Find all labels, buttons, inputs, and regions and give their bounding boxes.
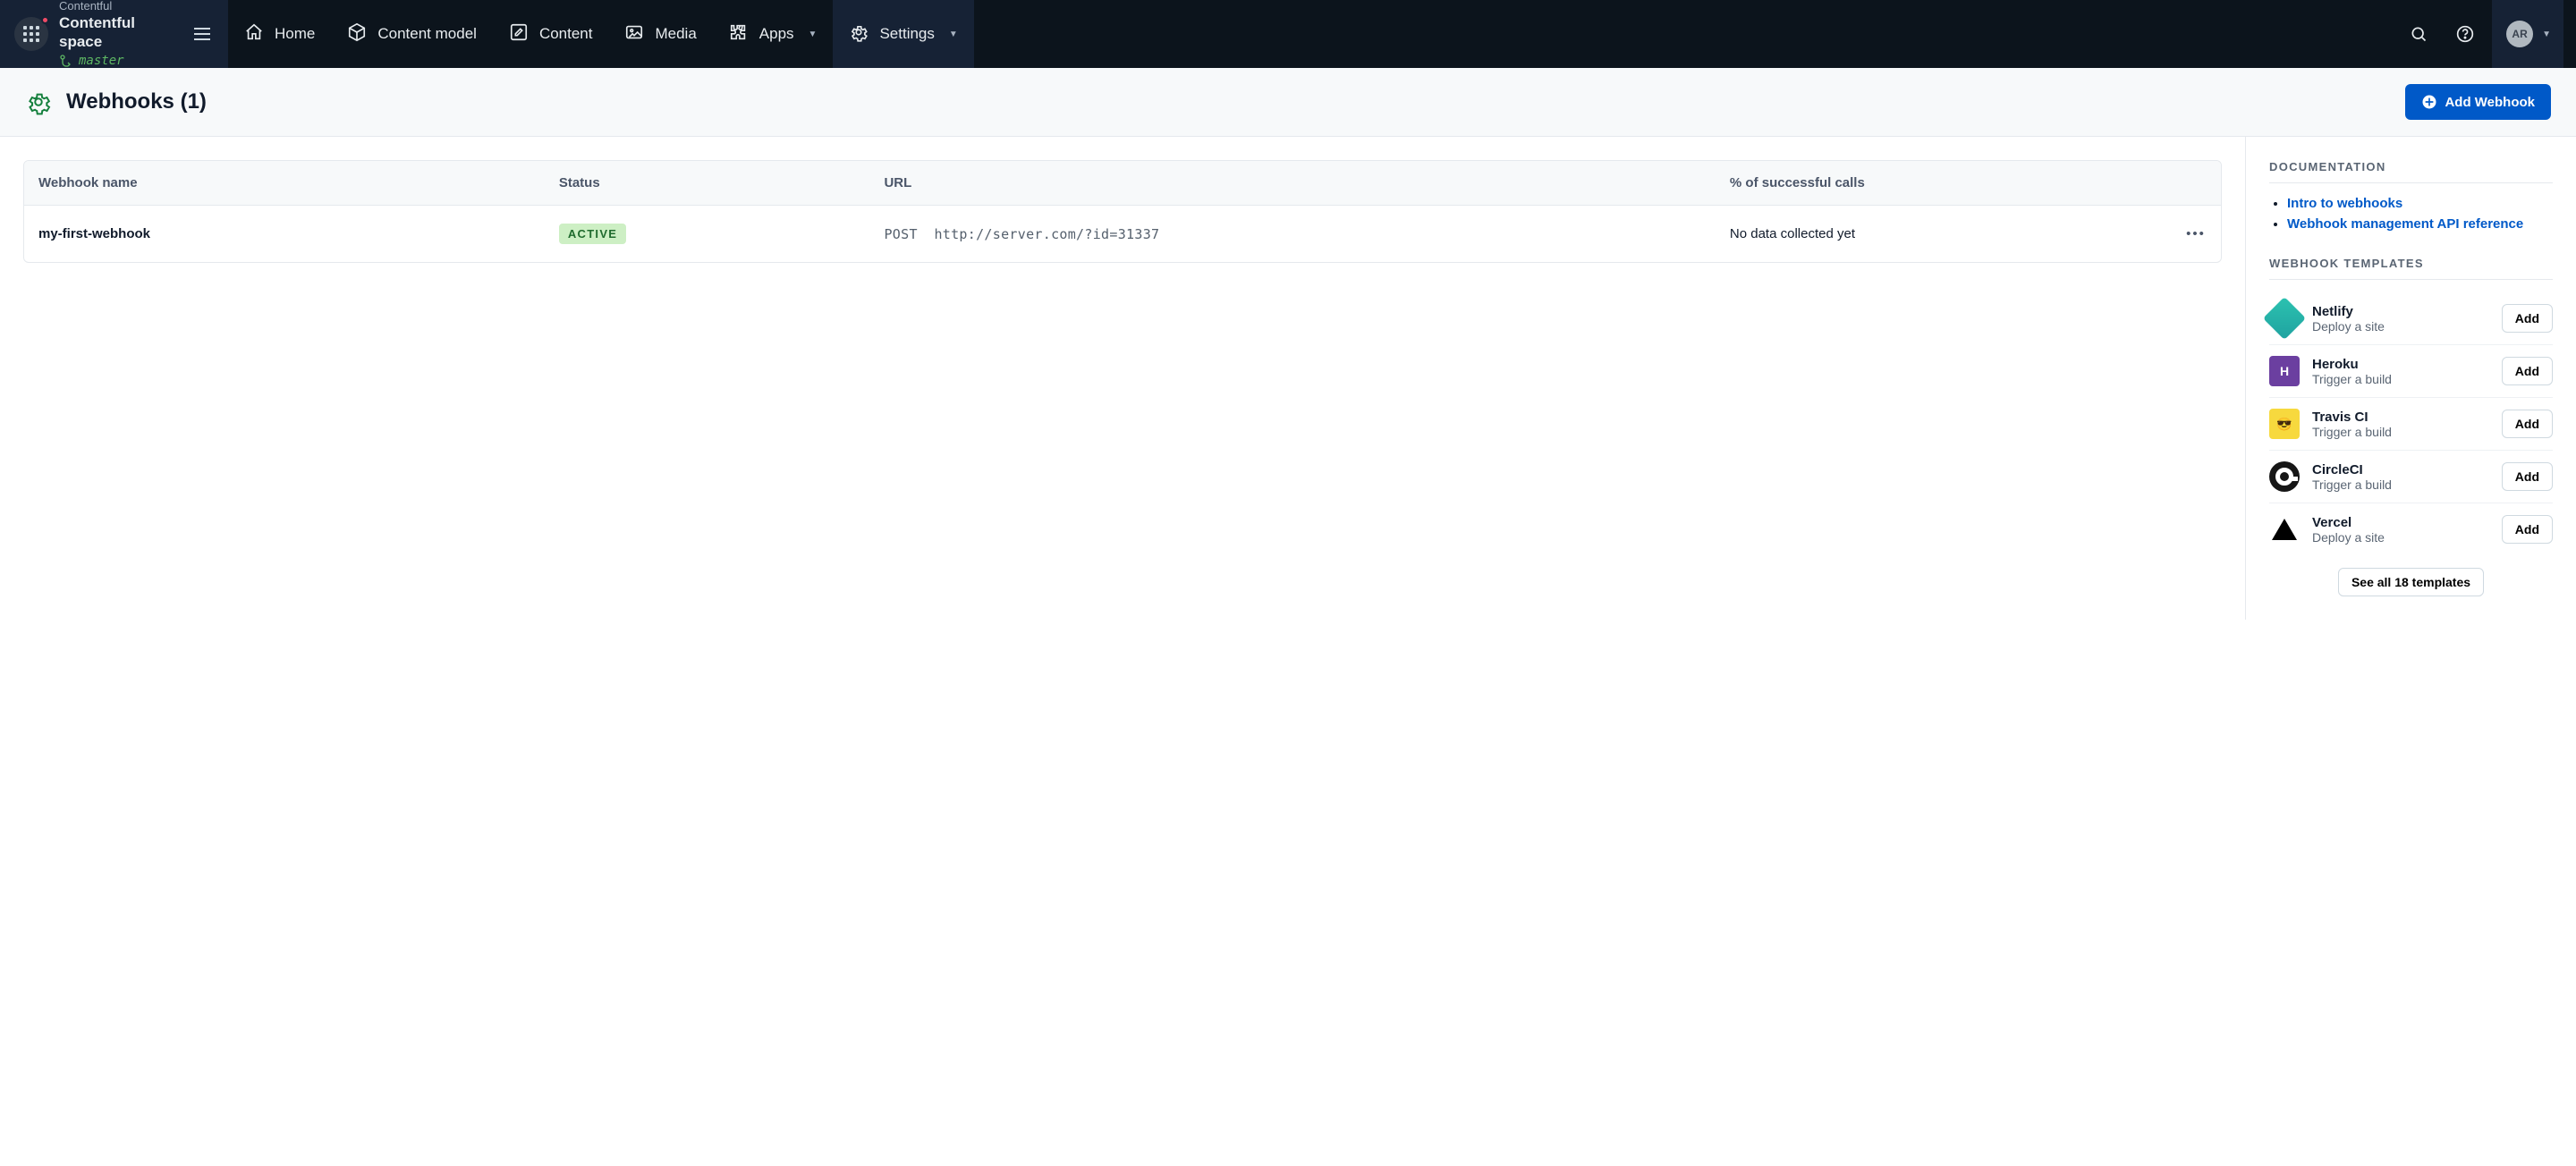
topnav-right: AR ▼ — [2399, 0, 2576, 68]
space-switcher[interactable]: Contentful Contentful space master — [0, 0, 228, 68]
page-title: Webhooks (1) — [66, 89, 207, 114]
webhook-status: ACTIVE — [545, 206, 870, 262]
template-item: CircleCI Trigger a build Add — [2269, 451, 2553, 503]
template-item: Netlify Deploy a site Add — [2269, 292, 2553, 345]
col-url: URL — [869, 161, 1715, 205]
help-icon — [2456, 25, 2474, 43]
add-template-button[interactable]: Add — [2502, 357, 2553, 385]
plus-circle-icon — [2421, 94, 2437, 110]
nav-items: HomeContent modelContentMediaApps▼Settin… — [228, 0, 974, 68]
search-icon — [2410, 25, 2428, 43]
webhook-success: No data collected yet — [1716, 208, 2171, 259]
chevron-down-icon: ▼ — [809, 30, 818, 39]
nav-settings[interactable]: Settings ▼ — [833, 0, 973, 68]
heroku-icon: H — [2269, 356, 2300, 386]
add-webhook-button[interactable]: Add Webhook — [2405, 84, 2551, 120]
user-menu[interactable]: AR ▼ — [2492, 0, 2563, 68]
gear-icon — [849, 22, 869, 46]
image-icon — [624, 22, 644, 46]
add-template-button[interactable]: Add — [2502, 304, 2553, 333]
template-name: Heroku — [2312, 357, 2489, 372]
search-button[interactable] — [2399, 14, 2438, 54]
puzzle-icon — [729, 22, 749, 46]
nav-label: Content — [539, 25, 593, 43]
gear-icon — [25, 89, 52, 115]
org-name: Contentful — [59, 0, 176, 13]
nav-content[interactable]: Content — [493, 0, 609, 68]
travis-icon: 😎 — [2269, 409, 2300, 439]
template-desc: Trigger a build — [2312, 372, 2489, 386]
help-button[interactable] — [2445, 14, 2485, 54]
notification-dot-icon — [41, 16, 49, 24]
template-desc: Deploy a site — [2312, 530, 2489, 545]
see-all-templates-button[interactable]: See all 18 templates — [2338, 568, 2484, 596]
template-item: H Heroku Trigger a build Add — [2269, 345, 2553, 398]
nav-label: Settings — [879, 25, 934, 43]
template-name: CircleCI — [2312, 462, 2489, 477]
template-list: Netlify Deploy a site AddH Heroku Trigge… — [2269, 292, 2553, 555]
avatar: AR — [2506, 21, 2533, 47]
col-success: % of successful calls — [1716, 161, 2171, 205]
space-name: Contentful space — [59, 13, 176, 52]
nav-content-model[interactable]: Content model — [331, 0, 493, 68]
table-header: Webhook name Status URL % of successful … — [24, 161, 2221, 206]
add-webhook-label: Add Webhook — [2445, 95, 2535, 110]
chevron-down-icon: ▼ — [949, 30, 958, 39]
col-name: Webhook name — [24, 161, 545, 205]
templates-heading: Webhook templates — [2269, 257, 2553, 280]
template-desc: Deploy a site — [2312, 319, 2489, 334]
chevron-down-icon: ▼ — [2542, 30, 2551, 39]
template-item: 😎 Travis CI Trigger a build Add — [2269, 398, 2553, 451]
page-header: Webhooks (1) Add Webhook — [0, 68, 2576, 137]
top-nav: Contentful Contentful space master Home C… — [0, 0, 2576, 68]
main-content: Webhook name Status URL % of successful … — [0, 137, 2245, 286]
vercel-icon — [2269, 514, 2300, 545]
nav-media[interactable]: Media — [608, 0, 712, 68]
template-name: Travis CI — [2312, 410, 2489, 425]
webhooks-table: Webhook name Status URL % of successful … — [23, 160, 2222, 263]
template-desc: Trigger a build — [2312, 477, 2489, 492]
pen-icon — [509, 22, 529, 46]
add-template-button[interactable]: Add — [2502, 462, 2553, 491]
template-desc: Trigger a build — [2312, 425, 2489, 439]
doc-link[interactable]: Intro to webhooks — [2287, 196, 2402, 211]
doc-links: Intro to webhooks Webhook management API … — [2287, 196, 2553, 232]
row-actions-button[interactable]: ••• — [2171, 208, 2221, 259]
nav-home[interactable]: Home — [228, 0, 331, 68]
template-name: Netlify — [2312, 304, 2489, 319]
space-menu-button[interactable] — [187, 21, 217, 47]
status-badge: ACTIVE — [559, 224, 626, 244]
branch-icon — [59, 54, 73, 68]
doc-link[interactable]: Webhook management API reference — [2287, 216, 2523, 232]
docs-heading: Documentation — [2269, 160, 2553, 183]
circleci-icon — [2269, 461, 2300, 492]
sidebar: Documentation Intro to webhooks Webhook m… — [2245, 137, 2576, 620]
template-name: Vercel — [2312, 515, 2489, 530]
table-row[interactable]: my-first-webhook ACTIVE POST http://serv… — [24, 206, 2221, 262]
nav-label: Content model — [377, 25, 477, 43]
col-status: Status — [545, 161, 870, 205]
space-info: Contentful Contentful space master — [59, 0, 176, 69]
netlify-icon — [2263, 297, 2306, 340]
nav-apps[interactable]: Apps ▼ — [713, 0, 834, 68]
nav-label: Media — [655, 25, 696, 43]
add-template-button[interactable]: Add — [2502, 410, 2553, 438]
home-icon — [244, 22, 264, 46]
box-icon — [347, 22, 367, 46]
template-item: Vercel Deploy a site Add — [2269, 503, 2553, 555]
branch-name: master — [79, 54, 124, 70]
nav-label: Apps — [759, 25, 794, 43]
apps-launcher-icon[interactable] — [14, 17, 48, 51]
webhook-url: POST http://server.com/?id=31337 — [869, 208, 1715, 260]
webhook-name: my-first-webhook — [24, 208, 545, 259]
add-template-button[interactable]: Add — [2502, 515, 2553, 544]
nav-label: Home — [275, 25, 315, 43]
